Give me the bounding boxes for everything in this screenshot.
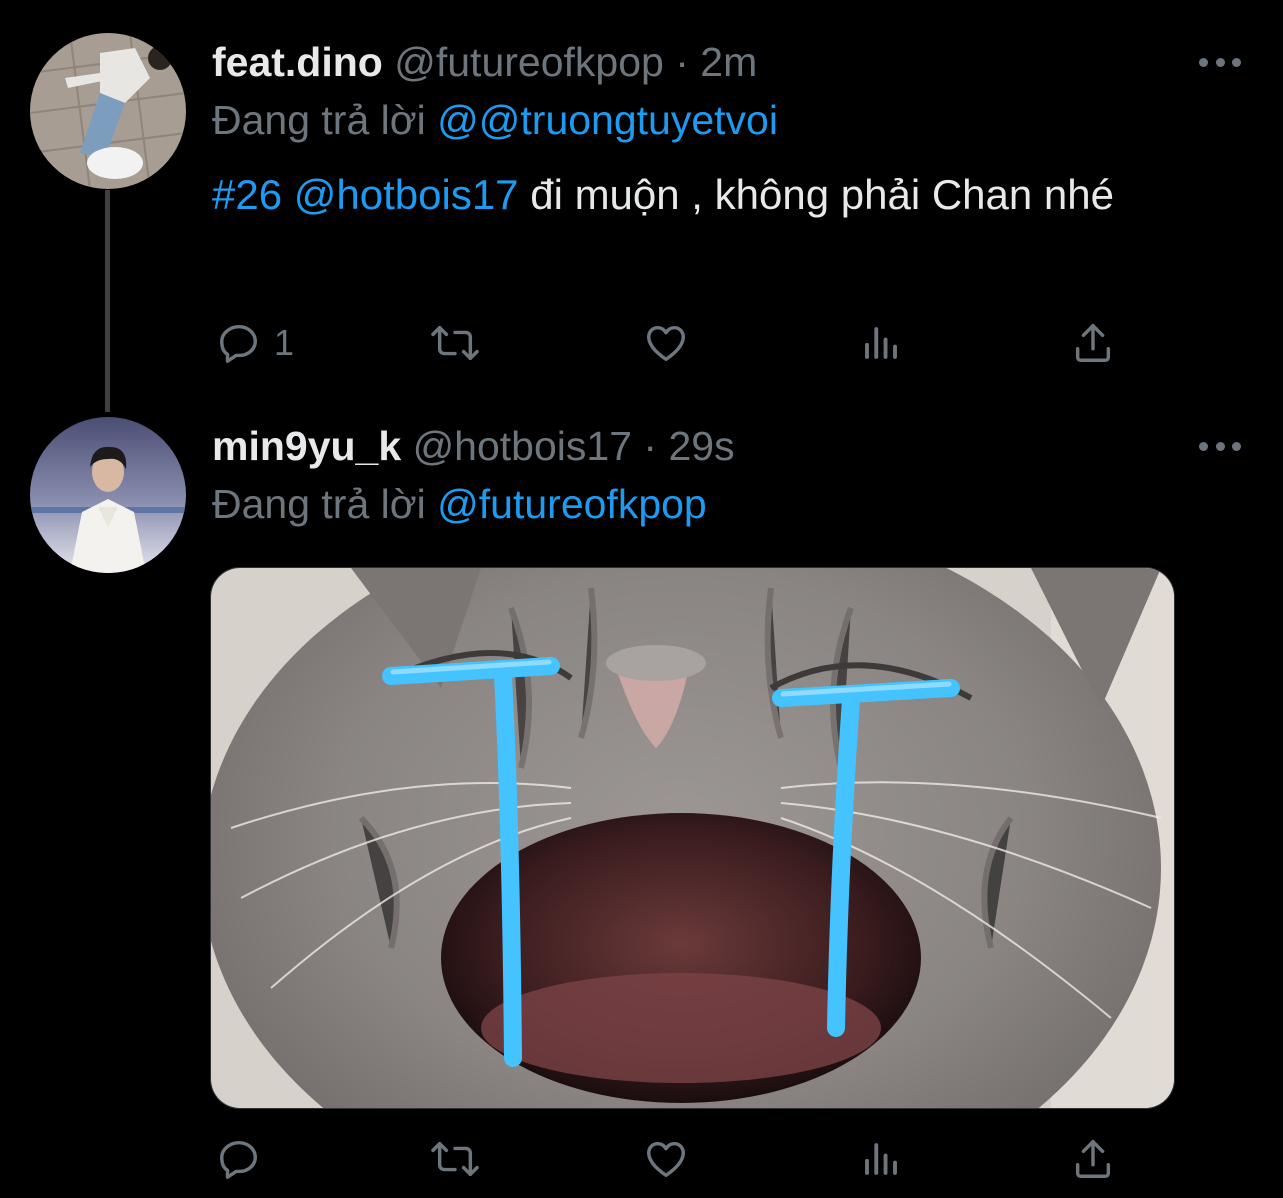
like-button[interactable] [642,1134,690,1184]
retweet-button[interactable] [430,1134,480,1184]
replying-prefix: Đang trả lời [212,481,426,527]
replying-to-line: Đang trả lời @@truongtuyetvoi [212,94,778,146]
replying-to-mention[interactable]: @futureofkpop [437,481,707,527]
separator-dot: · [643,423,658,469]
analytics-button[interactable] [860,1134,902,1184]
crying-cat-image[interactable] [210,567,1175,1109]
tweet-body-text: đi muộn , không phải Chan nhé [518,171,1114,218]
share-icon [1070,320,1116,366]
retweet-icon [430,320,480,366]
reply-icon [216,320,262,366]
tweet-text: #26 @hotbois17 đi muộn , không phải Chan… [212,166,1212,224]
reply-button[interactable] [216,1134,262,1184]
user-handle[interactable]: @hotbois17 [413,423,632,469]
heart-icon [642,1136,690,1182]
tweet-actions: 1 [212,318,1152,368]
hashtag-link[interactable]: #26 [212,171,282,218]
separator-dot: · [675,39,689,85]
display-name[interactable]: feat.dino [212,39,383,85]
avatar-feat-dino[interactable] [30,33,186,189]
user-handle[interactable]: @futureofkpop [394,39,664,85]
reply-icon [216,1136,262,1182]
share-icon [1070,1136,1116,1182]
retweet-button[interactable] [430,318,480,368]
more-dots-icon[interactable] [1199,55,1241,69]
reply-count: 1 [274,322,295,363]
timestamp[interactable]: 2m [700,39,757,85]
display-name[interactable]: min9yu_k [212,423,401,469]
share-button[interactable] [1070,1134,1116,1184]
thread-connector-line [105,190,110,412]
timestamp[interactable]: 29s [668,423,734,469]
retweet-icon [430,1136,480,1182]
mention-link[interactable]: @hotbois17 [294,171,519,218]
tweet-actions [212,1134,1152,1184]
avatar-min9yu-k[interactable] [30,417,186,573]
analytics-button[interactable] [860,318,902,368]
analytics-icon [860,1136,902,1182]
like-button[interactable] [642,318,690,368]
heart-icon [642,320,690,366]
more-dots-icon[interactable] [1199,439,1241,453]
tweet-header: feat.dino @futureofkpop · 2m [212,36,757,88]
replying-prefix: Đang trả lời [212,97,426,143]
analytics-icon [860,320,902,366]
tweet-header: min9yu_k @hotbois17 · 29s [212,420,735,472]
share-button[interactable] [1070,318,1116,368]
replying-to-mention[interactable]: @@truongtuyetvoi [437,97,778,143]
reply-button[interactable]: 1 [216,318,294,368]
replying-to-line: Đang trả lời @futureofkpop [212,478,707,530]
